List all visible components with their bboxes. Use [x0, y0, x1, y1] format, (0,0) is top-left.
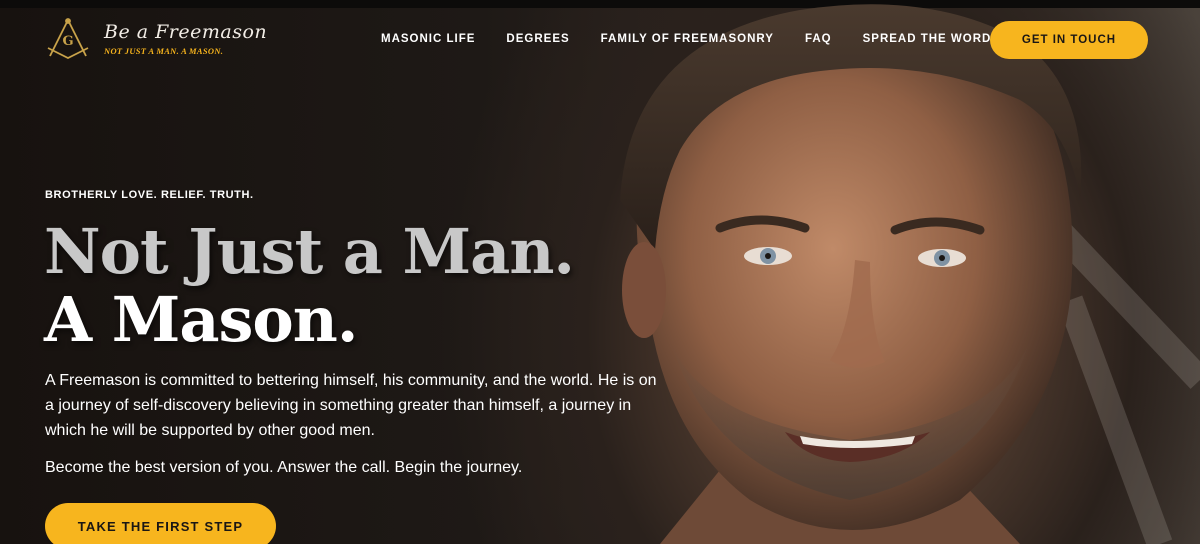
nav-item-faq[interactable]: FAQ	[805, 33, 832, 45]
logo-letter: G	[62, 34, 73, 49]
logo-wordmark: Be a Freemason NOT JUST A MAN. A MASON.	[104, 22, 267, 56]
site-logo[interactable]: G Be a Freemason NOT JUST A MAN. A MASON…	[44, 18, 267, 60]
hero-headline-line2: A Mason.	[44, 283, 358, 356]
square-and-compass-icon: G	[47, 18, 89, 60]
hero-headline: Not Just a Man. A Mason.	[44, 215, 575, 356]
take-the-first-step-button[interactable]: TAKE THE FIRST STEP	[45, 503, 276, 544]
hero-eyebrow: BROTHERLY LOVE. RELIEF. TRUTH.	[45, 189, 254, 201]
logo-brand-name: Be a Freemason	[104, 21, 268, 43]
nav-item-degrees[interactable]: DEGREES	[506, 33, 569, 45]
hero-section: G Be a Freemason NOT JUST A MAN. A MASON…	[0, 0, 1200, 544]
hero-headline-line1: Not Just a Man.	[44, 215, 575, 288]
nav-item-spread-the-word[interactable]: SPREAD THE WORD	[863, 33, 992, 45]
main-navigation: MASONIC LIFE DEGREES FAMILY OF FREEMASON…	[381, 33, 1022, 45]
hero-portrait-image	[620, 4, 1200, 544]
nav-item-family-of-freemasonry[interactable]: FAMILY OF FREEMASONRY	[601, 33, 774, 45]
hero-body-text: A Freemason is committed to bettering hi…	[45, 372, 657, 439]
nav-item-masonic-life[interactable]: MASONIC LIFE	[381, 33, 475, 45]
logo-tagline: NOT JUST A MAN. A MASON.	[104, 46, 224, 56]
get-in-touch-button[interactable]: GET IN TOUCH	[990, 21, 1148, 59]
hero-body-text-2: Become the best version of you. Answer t…	[45, 459, 523, 476]
